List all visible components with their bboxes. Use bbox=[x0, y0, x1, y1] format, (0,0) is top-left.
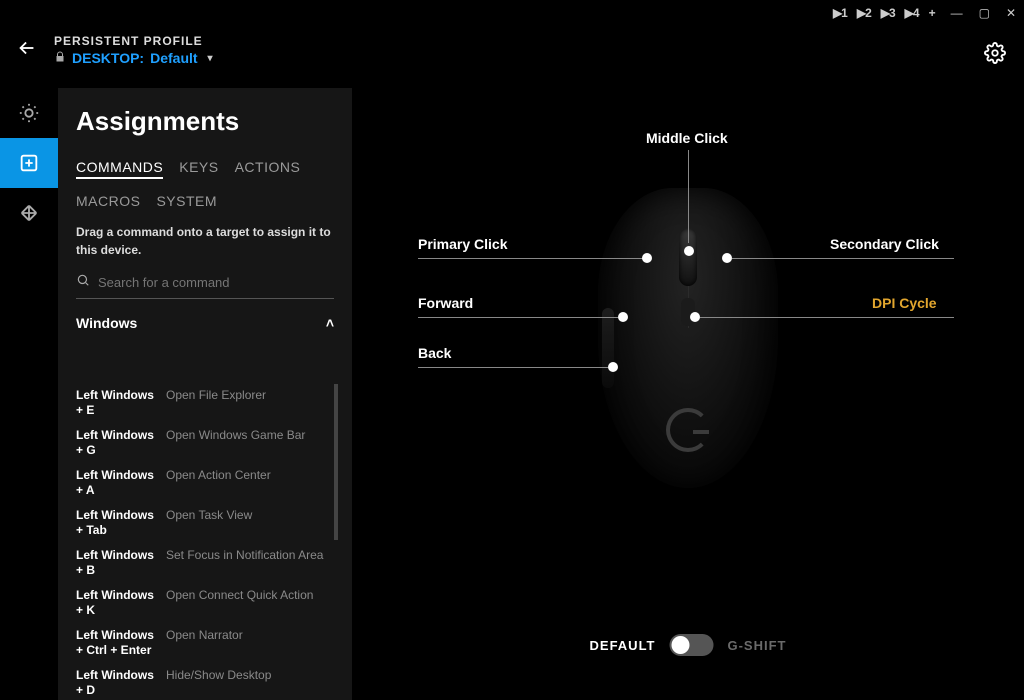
command-item[interactable]: Left Windows + TabOpen Task View bbox=[76, 504, 342, 544]
callout-line bbox=[418, 367, 608, 368]
nav-assignments[interactable] bbox=[0, 138, 58, 188]
back-button[interactable] bbox=[16, 37, 38, 64]
callout-middle-click: Middle Click bbox=[646, 130, 728, 146]
search-icon bbox=[76, 273, 90, 292]
profile-slot-2[interactable]: ▶2 bbox=[857, 6, 871, 20]
profile-slot-3[interactable]: ▶3 bbox=[881, 6, 895, 20]
profile-slot-1[interactable]: ▶1 bbox=[833, 6, 847, 20]
callout-line bbox=[700, 317, 954, 318]
mode-gshift-label: G-SHIFT bbox=[727, 638, 786, 653]
command-desc: Open Action Center bbox=[166, 468, 342, 498]
nav-sensitivity[interactable] bbox=[0, 188, 58, 238]
command-key: Left Windows + Tab bbox=[76, 508, 160, 538]
group-label: Windows bbox=[76, 315, 137, 331]
command-key: Left Windows + Ctrl + Enter bbox=[76, 628, 160, 658]
callout-dot[interactable] bbox=[642, 253, 652, 263]
tab-actions[interactable]: ACTIONS bbox=[235, 159, 301, 179]
command-key: Left Windows + D bbox=[76, 668, 160, 698]
callout-dot[interactable] bbox=[618, 312, 628, 322]
callout-line bbox=[732, 258, 954, 259]
nav-lighting[interactable] bbox=[0, 88, 58, 138]
callout-line bbox=[418, 317, 618, 318]
callout-back: Back bbox=[418, 345, 451, 361]
command-desc: Open File Explorer bbox=[166, 388, 342, 418]
persistent-profile-label: PERSISTENT PROFILE bbox=[54, 34, 213, 48]
group-windows[interactable]: Windows ˄ bbox=[76, 315, 334, 331]
search-input[interactable] bbox=[98, 275, 334, 290]
command-key: Left Windows + E bbox=[76, 388, 160, 418]
mode-default-label: DEFAULT bbox=[590, 638, 656, 653]
profile-name: Default bbox=[150, 50, 197, 66]
callout-dot[interactable] bbox=[690, 312, 700, 322]
lock-icon bbox=[54, 50, 66, 66]
profile-slot-4[interactable]: ▶4 bbox=[905, 6, 919, 20]
page-title: Assignments bbox=[76, 106, 334, 137]
chevron-up-icon: ˄ bbox=[326, 315, 334, 331]
tab-macros[interactable]: MACROS bbox=[76, 193, 140, 209]
callout-line bbox=[418, 258, 643, 259]
settings-button[interactable] bbox=[984, 42, 1006, 69]
tab-keys[interactable]: KEYS bbox=[179, 159, 218, 179]
command-item[interactable]: Left Windows + KOpen Connect Quick Actio… bbox=[76, 584, 342, 624]
callout-line bbox=[688, 150, 689, 243]
chevron-down-icon: ▾ bbox=[208, 53, 213, 64]
command-desc: Open Task View bbox=[166, 508, 342, 538]
command-item[interactable]: Left Windows + EOpen File Explorer bbox=[76, 384, 342, 424]
command-desc: Open Narrator bbox=[166, 628, 342, 658]
command-item[interactable]: Left Windows + BSet Focus in Notificatio… bbox=[76, 544, 342, 584]
tab-commands[interactable]: COMMANDS bbox=[76, 159, 163, 179]
callout-forward: Forward bbox=[418, 295, 473, 311]
window-close[interactable]: ✕ bbox=[1006, 6, 1016, 20]
callout-primary-click: Primary Click bbox=[418, 236, 508, 252]
window-maximize[interactable]: ▢ bbox=[979, 6, 990, 20]
hint-text: Drag a command onto a target to assign i… bbox=[76, 223, 334, 259]
command-key: Left Windows + B bbox=[76, 548, 160, 578]
command-key: Left Windows + A bbox=[76, 468, 160, 498]
profile-selector[interactable]: DESKTOP: Default ▾ bbox=[54, 50, 213, 66]
mode-toggle[interactable] bbox=[669, 634, 713, 656]
profile-prefix: DESKTOP: bbox=[72, 50, 144, 66]
side-buttons[interactable] bbox=[602, 308, 614, 388]
window-minimize[interactable]: — bbox=[951, 6, 963, 20]
callout-secondary-click: Secondary Click bbox=[830, 236, 939, 252]
command-key: Left Windows + K bbox=[76, 588, 160, 618]
command-key: Left Windows + G bbox=[76, 428, 160, 458]
command-list[interactable]: Left Windows + EOpen File ExplorerLeft W… bbox=[76, 384, 342, 700]
callout-dot[interactable] bbox=[608, 362, 618, 372]
command-desc: Open Windows Game Bar bbox=[166, 428, 342, 458]
tab-system[interactable]: SYSTEM bbox=[156, 193, 217, 209]
command-desc: Hide/Show Desktop bbox=[166, 668, 342, 698]
command-desc: Set Focus in Notification Area bbox=[166, 548, 342, 578]
device-stage: Middle Click Primary Click Secondary Cli… bbox=[352, 88, 1024, 700]
command-item[interactable]: Left Windows + Ctrl + EnterOpen Narrator bbox=[76, 624, 342, 664]
command-desc: Open Connect Quick Action bbox=[166, 588, 342, 618]
command-item[interactable]: Left Windows + GOpen Windows Game Bar bbox=[76, 424, 342, 464]
command-item[interactable]: Left Windows + DHide/Show Desktop bbox=[76, 664, 342, 700]
callout-dot[interactable] bbox=[722, 253, 732, 263]
callout-dpi-cycle: DPI Cycle bbox=[872, 295, 937, 311]
callout-dot[interactable] bbox=[684, 246, 694, 256]
profile-add[interactable]: + bbox=[929, 6, 935, 20]
g-logo-icon bbox=[666, 408, 710, 452]
command-item[interactable]: Left Windows + AOpen Action Center bbox=[76, 464, 342, 504]
